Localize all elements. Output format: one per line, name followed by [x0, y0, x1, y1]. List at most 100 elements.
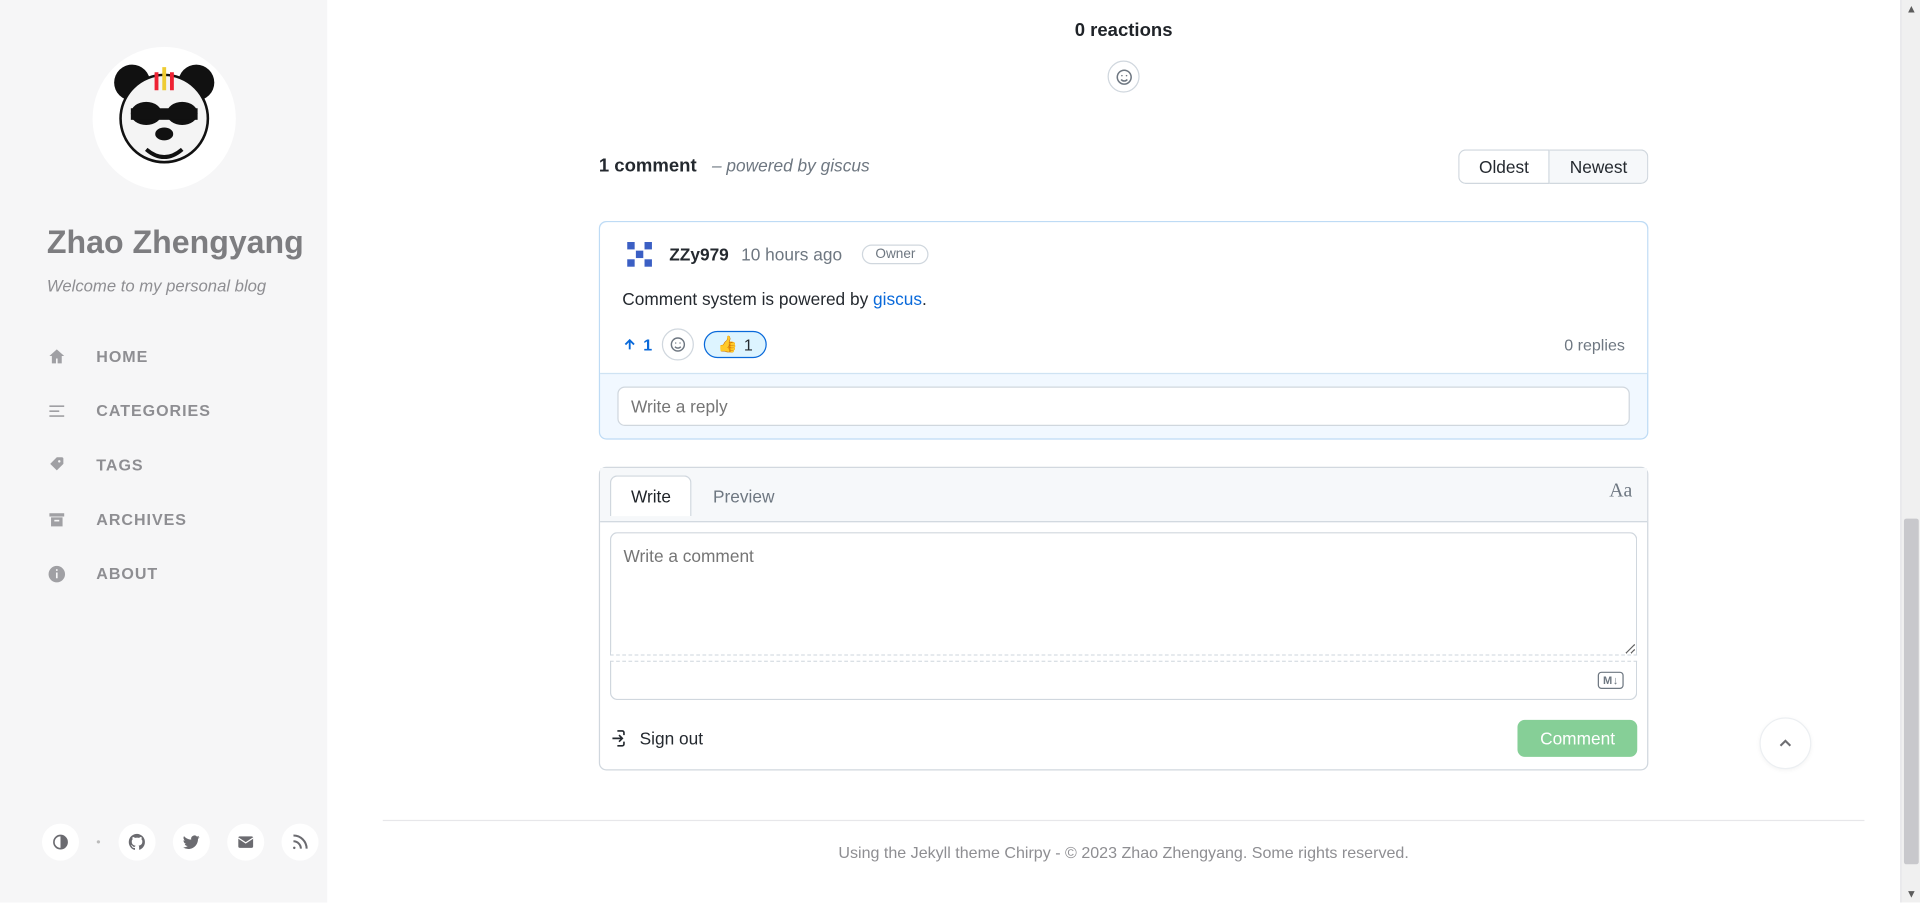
panda-avatar-icon: [99, 54, 227, 182]
smile-icon: [670, 336, 687, 353]
sidebar: Zhao Zhengyang Welcome to my personal bl…: [0, 0, 327, 903]
twitter-icon: [181, 832, 201, 852]
comment-head: ZZy979 10 hours ago Owner: [600, 222, 1647, 281]
footer-copyright-post: . Some rights reserved.: [1243, 843, 1409, 862]
nav-archives-label: ARCHIVES: [96, 510, 187, 529]
github-icon: [127, 832, 147, 852]
sort-oldest[interactable]: Oldest: [1458, 149, 1550, 184]
footer-chirpy-link[interactable]: Chirpy: [1004, 843, 1050, 862]
reaction-picker: [599, 61, 1649, 93]
list-icon: [47, 401, 67, 421]
scroll-down-arrow[interactable]: ▼: [1901, 885, 1920, 902]
comment-text-suffix: .: [922, 289, 927, 309]
rss-link[interactable]: [281, 824, 318, 861]
sidebar-nav: HOME CATEGORIES TAGS ARCHIVES ABOUT: [47, 347, 327, 584]
reactions-header: 0 reactions: [599, 0, 1649, 41]
site-title: Zhao Zhengyang: [47, 222, 327, 264]
editor-tabs: Write Preview Aa: [600, 468, 1647, 522]
thumbs-up-pill[interactable]: 👍 1: [704, 331, 766, 358]
sign-out-label: Sign out: [640, 728, 703, 748]
nav-home-label: HOME: [96, 347, 148, 366]
comments-count: 1 comment: [599, 156, 697, 177]
mail-icon: [235, 832, 255, 852]
arrow-up-icon: [622, 337, 637, 352]
scroll-to-top-button[interactable]: [1759, 717, 1811, 769]
nav-about[interactable]: ABOUT: [47, 564, 327, 584]
commenter-name[interactable]: ZZy979: [669, 244, 729, 264]
footer-copyright-pre: © 2023: [1065, 843, 1121, 862]
site-subtitle: Welcome to my personal blog: [47, 276, 327, 295]
editor-body: M↓: [600, 522, 1647, 710]
owner-badge: Owner: [862, 244, 929, 264]
footer-theme: theme: [951, 843, 1005, 862]
comment-card: ZZy979 10 hours ago Owner Comment system…: [599, 221, 1649, 440]
editor-toolbar: M↓: [610, 661, 1637, 701]
reaction-row: 1 👍 1: [622, 328, 766, 360]
main: 0 reactions 1 comment – powered by giscu…: [327, 0, 1920, 903]
powered-by: – powered by giscus: [712, 156, 870, 176]
site-footer: Using the Jekyll theme Chirpy - © 2023 Z…: [383, 820, 1865, 862]
footer-sep: -: [1051, 843, 1065, 862]
comment-body: Comment system is powered by giscus.: [600, 282, 1647, 322]
info-icon: [47, 564, 67, 584]
comment-link[interactable]: giscus: [873, 289, 922, 309]
rss-icon: [290, 832, 310, 852]
sign-out-button[interactable]: Sign out: [610, 728, 703, 748]
replies-count: 0 replies: [1564, 335, 1625, 354]
identicon-icon: [622, 237, 657, 272]
tab-preview[interactable]: Preview: [692, 475, 795, 516]
nav-categories-label: CATEGORIES: [96, 402, 211, 421]
nav-about-label: ABOUT: [96, 565, 158, 584]
commenter-avatar[interactable]: [622, 237, 657, 272]
sort-group: Oldest Newest: [1458, 149, 1648, 184]
submit-comment-button[interactable]: Comment: [1518, 720, 1637, 757]
nav-tags[interactable]: TAGS: [47, 455, 327, 475]
upvote-button[interactable]: 1: [622, 335, 652, 354]
avatar[interactable]: [92, 47, 235, 190]
thumbs-emoji: 👍: [718, 335, 738, 355]
home-icon: [47, 347, 67, 367]
archive-icon: [47, 510, 67, 530]
nav-categories[interactable]: CATEGORIES: [47, 401, 327, 421]
add-reaction-inline[interactable]: [662, 328, 694, 360]
thumbs-count: 1: [744, 335, 753, 354]
twitter-link[interactable]: [172, 824, 209, 861]
avatar-wrap: [0, 47, 327, 190]
add-reaction-button[interactable]: [1108, 61, 1140, 93]
comment-footer: 1 👍 1 0 replies: [600, 321, 1647, 373]
scrollbar-thumb[interactable]: [1904, 519, 1919, 865]
upvote-count: 1: [643, 335, 652, 354]
comment-time: 10 hours ago: [741, 244, 842, 264]
theme-toggle[interactable]: [42, 824, 79, 861]
sidebar-social: •: [42, 824, 318, 861]
smile-icon: [1114, 67, 1133, 86]
sign-out-icon: [610, 728, 630, 748]
chevron-up-icon: [1776, 733, 1796, 753]
scroll-up-arrow[interactable]: ▲: [1901, 0, 1920, 17]
editor-footer: Sign out Comment: [600, 710, 1647, 769]
reply-input-wrap: [600, 373, 1647, 438]
comments-count-wrap: 1 comment – powered by giscus: [599, 156, 870, 178]
reply-input[interactable]: [617, 386, 1629, 426]
sort-newest[interactable]: Newest: [1550, 149, 1648, 184]
vertical-scrollbar[interactable]: ▲ ▼: [1900, 0, 1920, 903]
nav-archives[interactable]: ARCHIVES: [47, 510, 327, 530]
comment-text-prefix: Comment system is powered by: [622, 289, 873, 309]
nav-home[interactable]: HOME: [47, 347, 327, 367]
nav-tags-label: TAGS: [96, 456, 143, 475]
text-style-toggle[interactable]: Aa: [1609, 480, 1632, 502]
email-link[interactable]: [227, 824, 264, 861]
tab-write[interactable]: Write: [610, 475, 692, 516]
markdown-badge-icon[interactable]: M↓: [1598, 672, 1624, 689]
comment-textarea[interactable]: [610, 532, 1637, 655]
half-moon-icon: [51, 832, 71, 852]
footer-jekyll-link[interactable]: Jekyll: [911, 843, 951, 862]
tag-icon: [47, 455, 67, 475]
footer-owner-link[interactable]: Zhao Zhengyang: [1121, 843, 1242, 862]
social-separator: •: [96, 835, 100, 849]
footer-using: Using the: [838, 843, 910, 862]
editor-card: Write Preview Aa M↓ Sign out Comment: [599, 467, 1649, 771]
github-link[interactable]: [118, 824, 155, 861]
comments-widget: 0 reactions 1 comment – powered by giscu…: [599, 0, 1649, 770]
comments-toolbar: 1 comment – powered by giscus Oldest New…: [599, 149, 1649, 184]
